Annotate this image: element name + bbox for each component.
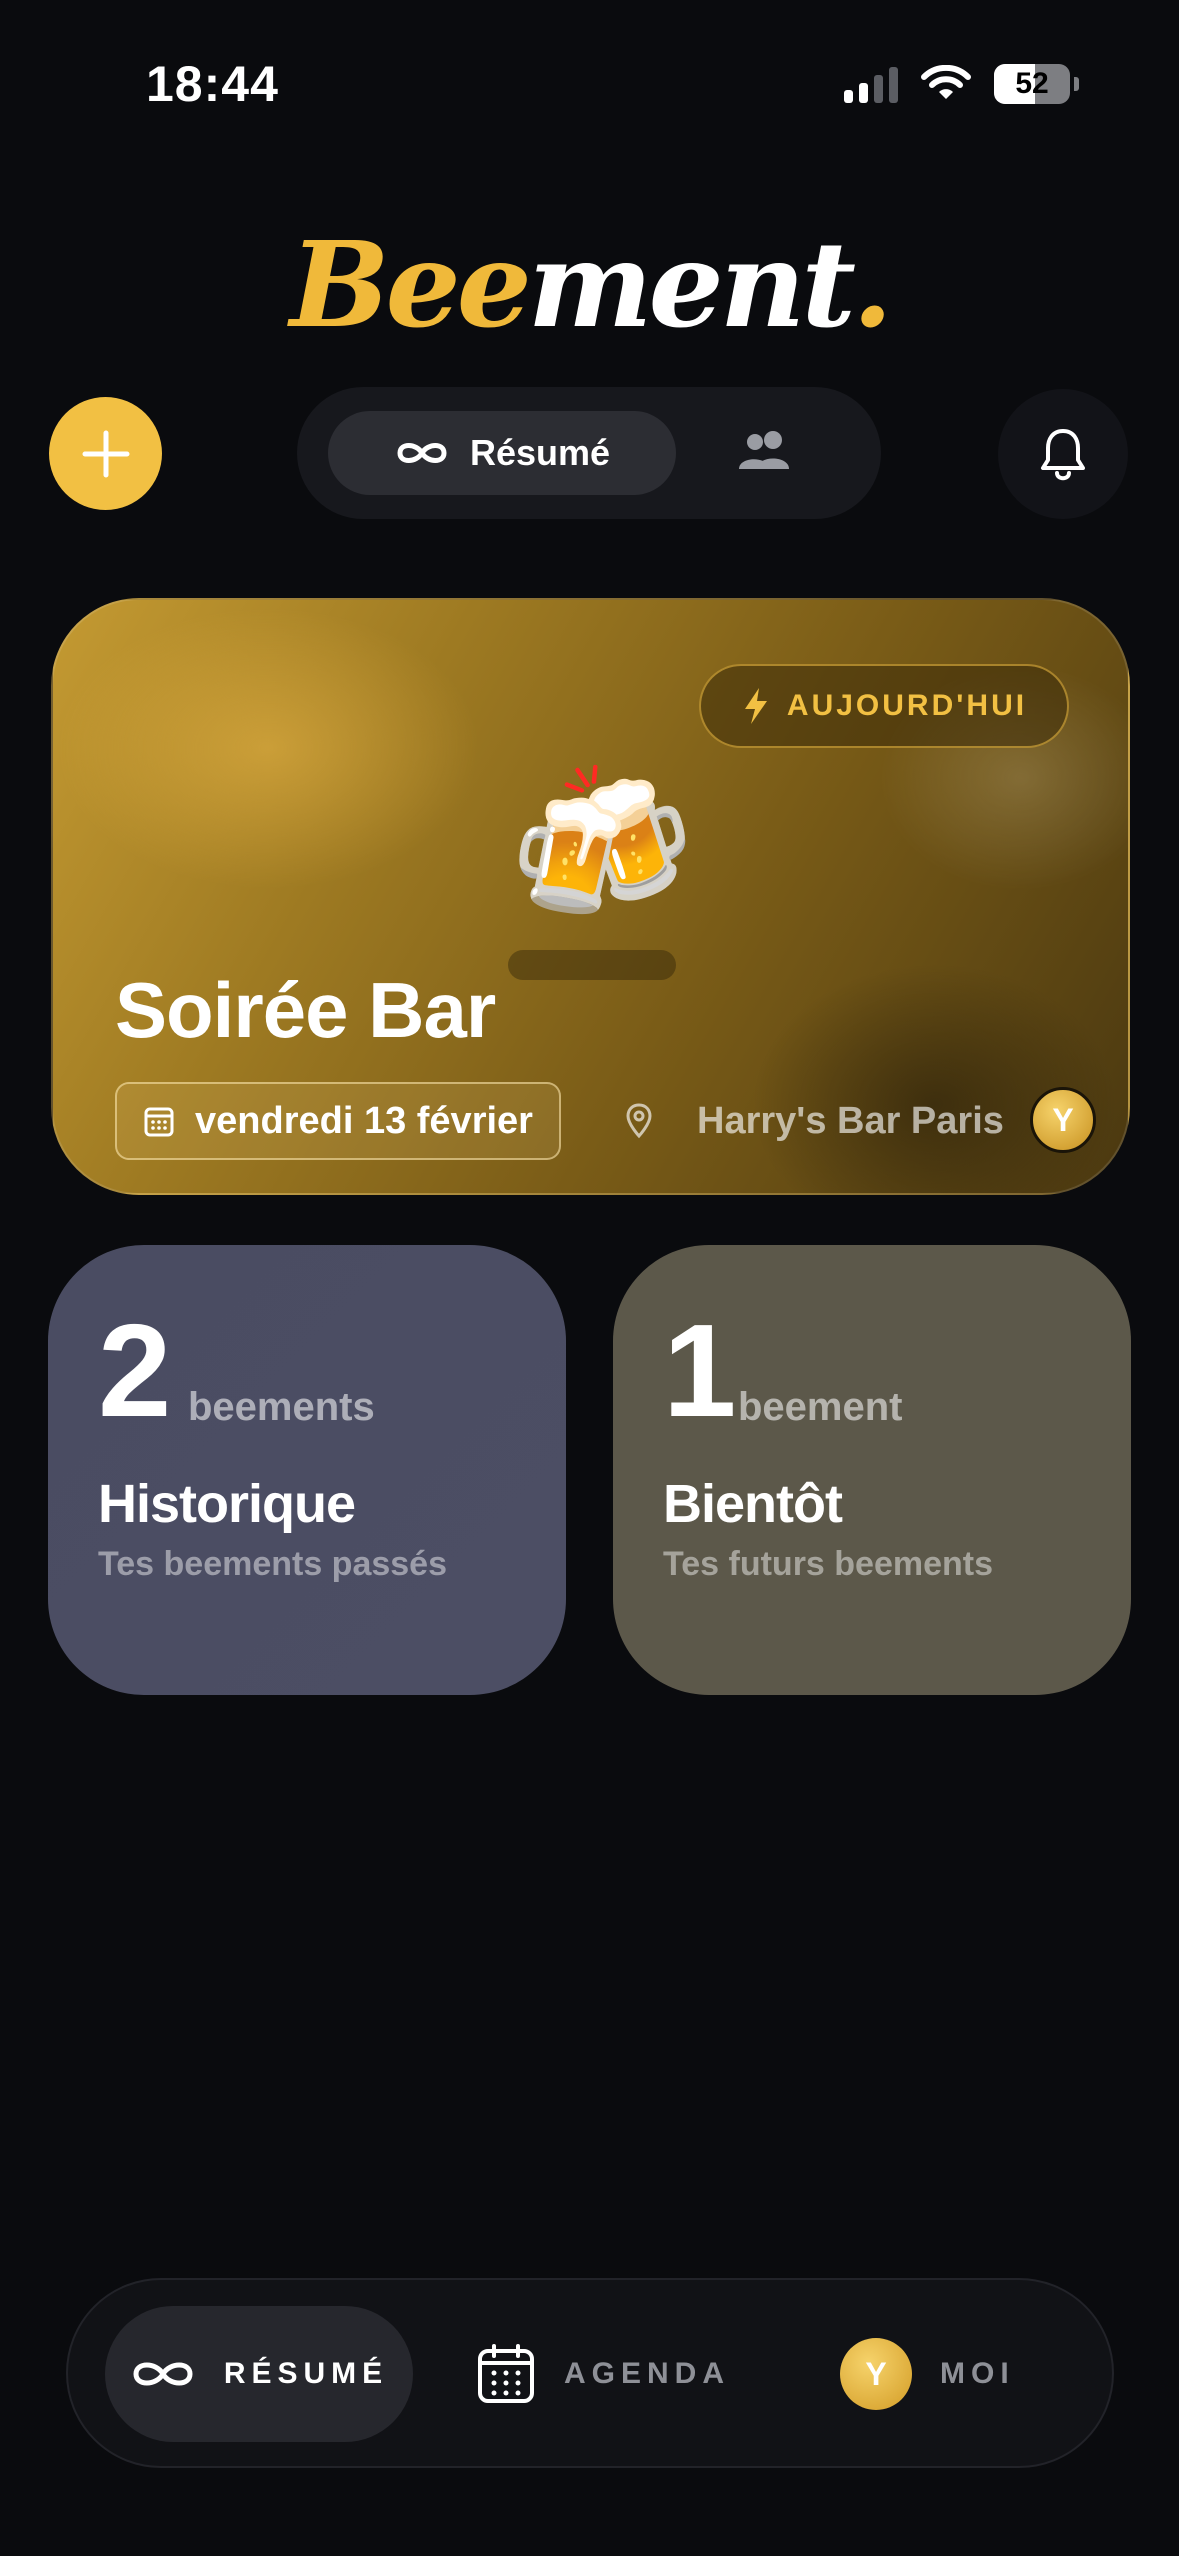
history-count: 2	[98, 1297, 172, 1444]
status-time: 18:44	[146, 56, 279, 112]
upcoming-count: 1	[663, 1297, 737, 1444]
cellular-signal-icon	[844, 65, 898, 103]
upcoming-title: Bientôt	[663, 1474, 843, 1534]
beer-mugs-emoji: 🍻	[508, 758, 695, 932]
event-date: vendredi 13 février	[195, 1099, 533, 1142]
plus-icon	[82, 430, 129, 477]
bell-icon	[1041, 429, 1085, 481]
view-segmented-control: Résumé	[297, 387, 881, 519]
today-badge: AUJOURD'HUI	[699, 664, 1069, 748]
logo-part-ment: ment	[527, 215, 856, 354]
logo-part-bee: Bee	[289, 215, 532, 354]
infinity-icon	[397, 443, 447, 463]
nav-me-label: MOI	[940, 2357, 1015, 2390]
app-logo: Beement.	[0, 215, 1179, 354]
history-title: Historique	[98, 1474, 356, 1534]
calendar-icon	[144, 1107, 174, 1137]
upcoming-subtitle: Tes futurs beements	[663, 1545, 994, 1583]
user-avatar: Y	[840, 2338, 912, 2410]
wifi-icon	[921, 65, 971, 99]
event-location: Harry's Bar Paris	[625, 1082, 1004, 1160]
tab-resume[interactable]: Résumé	[328, 411, 676, 495]
nav-resume-label: RÉSUMÉ	[223, 2357, 389, 2390]
history-subtitle: Tes beements passés	[98, 1545, 447, 1583]
logo-dot: .	[852, 215, 893, 354]
tab-resume-label: Résumé	[469, 432, 611, 473]
history-unit: beements	[188, 1385, 375, 1429]
tab-friends[interactable]	[737, 427, 793, 478]
people-icon	[739, 431, 789, 469]
emoji-shadow	[508, 950, 676, 980]
nav-item-me[interactable]: Y MOI	[840, 2306, 1015, 2442]
calendar-icon	[478, 2344, 534, 2403]
upcoming-card[interactable]: 1 beement Bientôt Tes futurs beements	[613, 1245, 1131, 1695]
nav-item-resume[interactable]: RÉSUMÉ	[105, 2306, 413, 2442]
event-title: Soirée Bar	[115, 966, 496, 1054]
event-date-chip: vendredi 13 février	[115, 1082, 561, 1160]
bottom-navigation: RÉSUMÉ AGENDA Y MOI	[66, 2278, 1114, 2468]
battery-cap	[1074, 77, 1079, 91]
add-button[interactable]	[49, 397, 162, 510]
nav-agenda-label: AGENDA	[564, 2357, 731, 2390]
status-icons: 52	[844, 64, 1079, 104]
battery-level: 52	[1015, 67, 1049, 100]
today-badge-label: AUJOURD'HUI	[786, 689, 1028, 722]
featured-event-card[interactable]: AUJOURD'HUI 🍻 Soirée Bar vendredi 13 fév…	[51, 598, 1130, 1195]
nav-item-agenda[interactable]: AGENDA	[476, 2306, 730, 2442]
notifications-button[interactable]	[998, 389, 1128, 519]
event-location-label: Harry's Bar Paris	[697, 1099, 1004, 1142]
infinity-icon	[133, 2362, 193, 2386]
app-screen: 18:44 52 Beement. Résumé AUJOURD'HUI 🍻 S…	[0, 0, 1179, 2556]
history-card[interactable]: 2 beements Historique Tes beements passé…	[48, 1245, 566, 1695]
battery-icon: 52	[994, 64, 1070, 104]
participant-avatar: Y	[1030, 1087, 1096, 1153]
lightning-icon	[744, 688, 767, 724]
upcoming-unit: beement	[738, 1385, 903, 1429]
location-pin-icon	[626, 1103, 652, 1139]
